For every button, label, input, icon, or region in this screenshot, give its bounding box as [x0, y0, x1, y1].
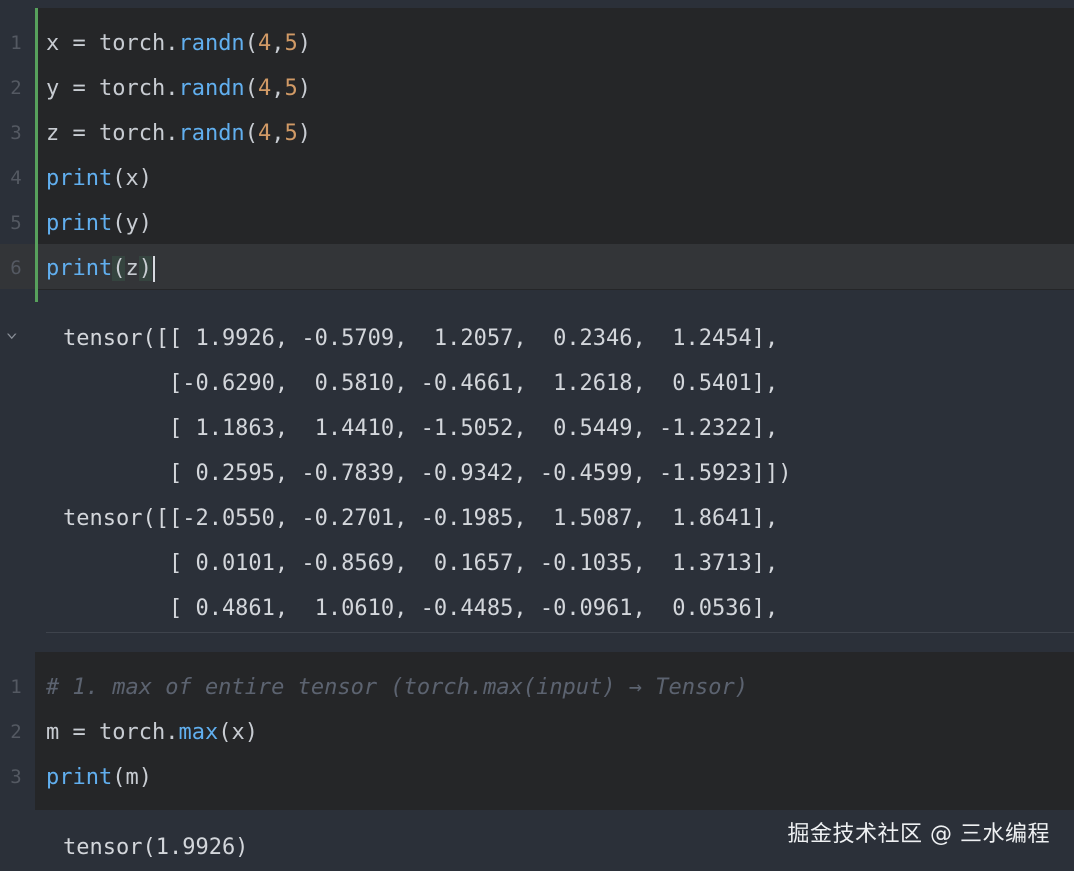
line-number: 3	[10, 766, 22, 788]
code-line[interactable]: print(m)	[46, 755, 152, 800]
line-number: 3	[10, 122, 22, 144]
output-line: [ 0.0101, -0.8569, 0.1657, -0.1035, 1.37…	[63, 551, 779, 576]
line-number: 2	[10, 721, 22, 743]
bracket-match: (	[112, 256, 126, 281]
output-line: tensor([[ 1.9926, -0.5709, 1.2057, 0.234…	[63, 326, 779, 351]
output-line: tensor([[-2.0550, -0.2701, -0.1985, 1.50…	[63, 506, 779, 531]
output-line: tensor(1.9926)	[63, 835, 249, 860]
line-number: 1	[10, 32, 22, 54]
output-divider	[46, 632, 1074, 633]
output-line: [ 0.4861, 1.0610, -0.4485, -0.0961, 0.05…	[63, 596, 779, 621]
text-cursor	[152, 256, 155, 282]
watermark: 掘金技术社区 @ 三水编程	[787, 822, 1050, 847]
chevron-down-icon[interactable]: ⌄	[6, 322, 19, 341]
output-line: [ 1.1863, 1.4410, -1.5052, 0.5449, -1.23…	[63, 416, 779, 441]
code-line[interactable]: m = torch.max(x)	[46, 710, 258, 755]
active-line-highlight	[0, 244, 1074, 289]
code-line[interactable]: print(y)	[46, 201, 152, 246]
code-line[interactable]: print(x)	[46, 156, 152, 201]
code-line[interactable]: x = torch.randn(4,5)	[46, 21, 311, 66]
line-number: 4	[10, 167, 22, 189]
bracket-match: )	[138, 256, 152, 281]
line-number: 2	[10, 77, 22, 99]
code-comment[interactable]: # 1. max of entire tensor (torch.max(inp…	[46, 665, 748, 710]
code-line[interactable]: z = torch.randn(4,5)	[46, 111, 311, 156]
code-line[interactable]: y = torch.randn(4,5)	[46, 66, 311, 111]
line-number: 1	[10, 676, 22, 698]
line-number: 6	[10, 257, 22, 279]
output-line: [-0.6290, 0.5810, -0.4661, 1.2618, 0.540…	[63, 371, 779, 396]
active-cell-indicator	[35, 8, 38, 302]
line-number: 5	[10, 212, 22, 234]
code-line-active[interactable]: print(z)	[46, 246, 155, 291]
output-line: [ 0.2595, -0.7839, -0.9342, -0.4599, -1.…	[63, 461, 792, 486]
